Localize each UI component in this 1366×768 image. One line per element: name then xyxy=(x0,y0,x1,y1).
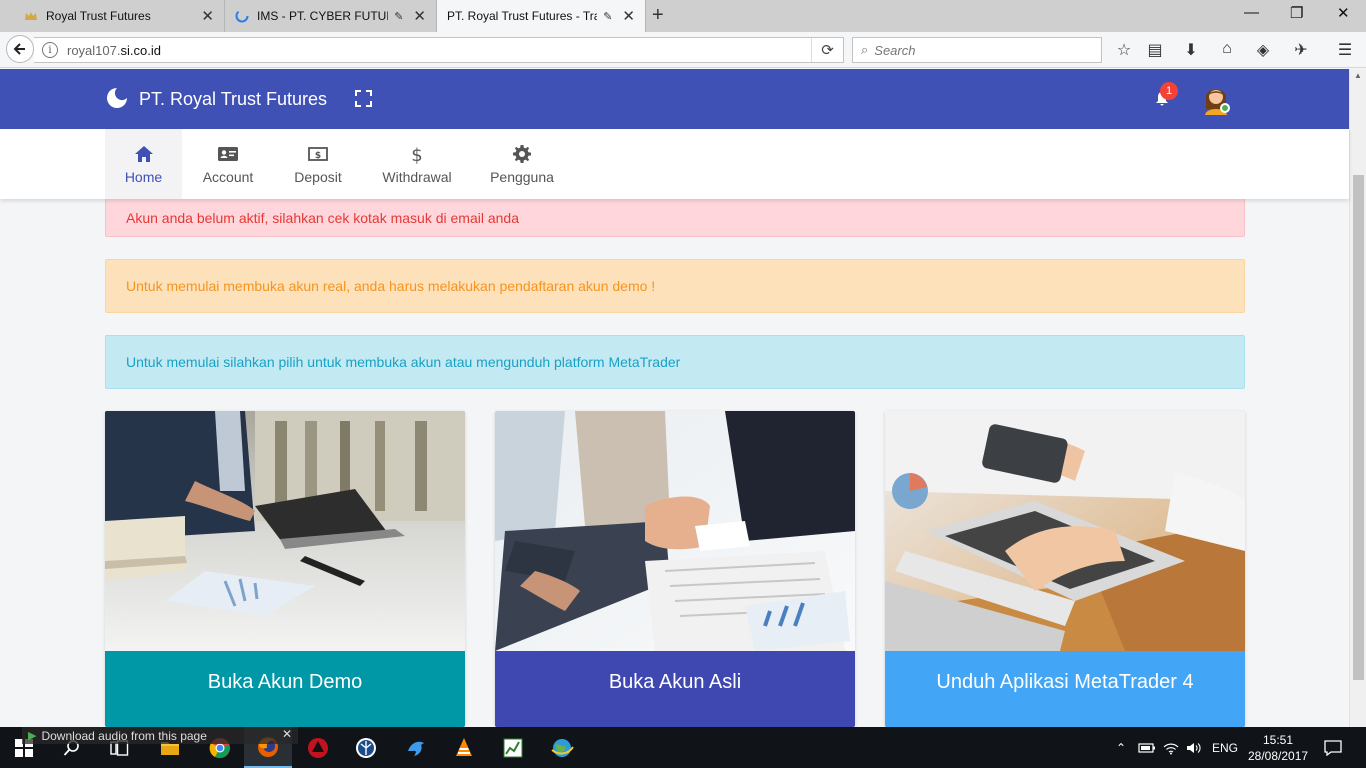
menu-item-label: Withdrawal xyxy=(382,168,452,185)
tab-title: Royal Trust Futures xyxy=(46,9,151,23)
url-text[interactable]: royal107.si.co.id xyxy=(67,43,161,58)
brand-name[interactable]: PT. Royal Trust Futures xyxy=(139,89,327,110)
home-icon xyxy=(134,145,153,162)
browser-tab[interactable]: Royal Trust Futures ✕ xyxy=(14,0,224,32)
wifi-icon[interactable] xyxy=(1163,727,1179,768)
card-open-real-account[interactable]: Buka Akun Asli xyxy=(495,411,855,727)
clock-date: 28/08/2017 xyxy=(1248,749,1309,763)
menu-item-pengguna[interactable]: Pengguna xyxy=(481,129,563,199)
laptop-typing-photo xyxy=(885,411,1245,651)
download-icon[interactable]: ⬇ xyxy=(1181,40,1201,60)
alert-demo-required: Untuk memulai membuka akun real, anda ha… xyxy=(105,259,1245,313)
pocket-icon[interactable]: ◈ xyxy=(1253,40,1273,60)
close-window-icon[interactable]: ✕ xyxy=(1337,4,1350,22)
new-tab-icon[interactable]: + xyxy=(652,4,664,27)
settings-app-icon[interactable] xyxy=(342,727,390,768)
dollar-icon: $ xyxy=(411,145,422,164)
brand-logo-icon[interactable] xyxy=(105,86,129,110)
menu-item-label: Pengguna xyxy=(490,168,554,185)
minimize-window-icon[interactable]: — xyxy=(1244,4,1259,21)
play-icon: ▶ xyxy=(28,730,37,742)
tab-title: IMS - PT. CYBER FUTURE xyxy=(257,9,388,23)
muted-audio-icon[interactable]: ✎ xyxy=(394,10,403,23)
money-icon: $ xyxy=(308,146,328,161)
alert-text: Untuk memulai silahkan pilih untuk membu… xyxy=(126,354,681,370)
gear-icon xyxy=(513,144,531,163)
tab-title: PT. Royal Trust Futures - Trad xyxy=(447,9,598,23)
card-open-demo-account[interactable]: Buka Akun Demo xyxy=(105,411,465,727)
main-menu: Home Account $ Deposit $ Withdrawal Peng… xyxy=(0,129,1349,199)
browser-tab-bar: Royal Trust Futures ✕ IMS - PT. CYBER FU… xyxy=(0,0,1366,32)
search-icon: ⌕ xyxy=(861,42,869,57)
antivirus-app-icon[interactable] xyxy=(294,727,342,768)
menu-item-withdrawal[interactable]: $ Withdrawal xyxy=(372,129,462,199)
battery-icon[interactable] xyxy=(1138,727,1156,768)
download-audio-text: Download audio from this page xyxy=(41,728,207,743)
restore-window-icon[interactable]: ❐ xyxy=(1290,4,1303,22)
show-hidden-icons-icon[interactable]: ⌃ xyxy=(1116,727,1126,768)
fullscreen-icon[interactable] xyxy=(355,90,372,107)
muted-audio-icon[interactable]: ✎ xyxy=(603,10,612,23)
loading-spinner-icon xyxy=(235,9,249,23)
search-input[interactable]: ⌕ Search xyxy=(852,37,1102,63)
back-arrow-icon[interactable] xyxy=(6,35,34,63)
download-audio-bar[interactable]: ▶ Download audio from this page ✕ xyxy=(22,727,298,744)
business-meeting-photo xyxy=(105,411,465,651)
home-page-icon[interactable]: ⌂ xyxy=(1217,40,1237,58)
dolphin-app-icon[interactable] xyxy=(392,727,440,768)
clock-time: 15:51 xyxy=(1262,733,1294,747)
close-icon[interactable]: ✕ xyxy=(282,727,292,741)
card-title: Unduh Aplikasi MetaTrader 4 xyxy=(885,651,1245,727)
page-scrollbar[interactable]: ▲ xyxy=(1349,69,1366,727)
id-card-icon xyxy=(218,146,238,161)
menu-item-label: Home xyxy=(124,168,163,185)
card-download-metatrader[interactable]: Unduh Aplikasi MetaTrader 4 xyxy=(885,411,1245,727)
menu-item-label: Deposit xyxy=(294,168,342,185)
app-header: PT. Royal Trust Futures 1 xyxy=(0,69,1349,129)
crown-favicon-icon xyxy=(24,9,38,23)
hamburger-menu-icon[interactable]: ☰ xyxy=(1335,40,1355,60)
close-tab-icon[interactable]: ✕ xyxy=(622,7,635,25)
close-tab-icon[interactable]: ✕ xyxy=(201,7,214,25)
card-title: Buka Akun Asli xyxy=(495,651,855,727)
svg-text:$: $ xyxy=(315,151,321,161)
url-bar[interactable]: i royal107.si.co.id ⟳ xyxy=(34,37,844,63)
menu-item-account[interactable]: Account xyxy=(192,129,264,199)
browser-tab[interactable]: IMS - PT. CYBER FUTURE ✎ ✕ xyxy=(224,0,436,32)
action-center-icon[interactable] xyxy=(1324,727,1342,768)
bookmark-star-icon[interactable]: ☆ xyxy=(1114,40,1134,60)
extension-icon[interactable]: ✈ xyxy=(1291,40,1311,60)
online-status-dot xyxy=(1220,103,1230,113)
reading-list-icon[interactable]: ▤ xyxy=(1145,40,1165,60)
notification-count-badge: 1 xyxy=(1160,82,1178,100)
chart-app-icon[interactable] xyxy=(489,727,537,768)
menu-item-home[interactable]: Home xyxy=(105,129,182,199)
alert-text: Akun anda belum aktif, silahkan cek kota… xyxy=(126,209,519,226)
scroll-up-icon[interactable]: ▲ xyxy=(1350,71,1366,80)
alert-getting-started: Untuk memulai silahkan pilih untuk membu… xyxy=(105,335,1245,389)
browser-nav-bar: i royal107.si.co.id ⟳ ⌕ Search ☆ ▤ ⬇ ⌂ ◈… xyxy=(0,32,1366,68)
close-tab-icon[interactable]: ✕ xyxy=(413,7,426,25)
vlc-icon[interactable] xyxy=(440,727,488,768)
reload-icon[interactable]: ⟳ xyxy=(811,38,843,62)
site-info-icon[interactable]: i xyxy=(42,42,58,58)
menu-item-deposit[interactable]: $ Deposit xyxy=(282,129,354,199)
volume-icon[interactable] xyxy=(1186,727,1202,768)
scroll-thumb[interactable] xyxy=(1353,175,1364,680)
menu-item-label: Account xyxy=(202,168,254,185)
search-placeholder: Search xyxy=(874,42,916,58)
system-clock[interactable]: 15:51 28/08/2017 xyxy=(1248,732,1308,764)
card-title: Buka Akun Demo xyxy=(105,651,465,727)
svg-text:$: $ xyxy=(411,145,422,164)
language-indicator[interactable]: ENG xyxy=(1212,727,1238,768)
alert-text: Untuk memulai membuka akun real, anda ha… xyxy=(126,278,656,294)
browser-tab-active[interactable]: PT. Royal Trust Futures - Trad ✎ ✕ xyxy=(436,0,646,32)
handshake-photo xyxy=(495,411,855,651)
globe-app-icon[interactable] xyxy=(538,727,586,768)
